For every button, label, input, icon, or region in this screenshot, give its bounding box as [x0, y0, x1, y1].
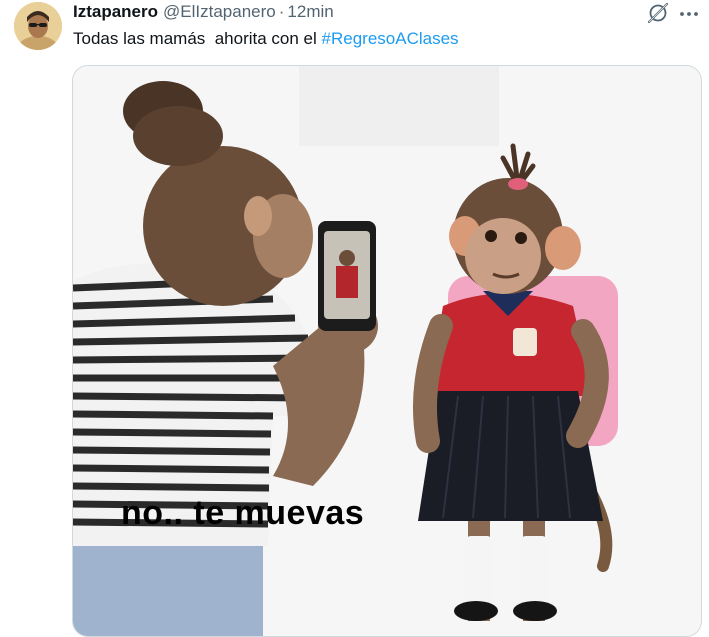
meme-illustration [73, 66, 701, 636]
user-avatar-icon [14, 2, 62, 50]
tweet[interactable]: Iztapanero @ElIztapanero · 12min Todas l… [0, 0, 709, 637]
tweet-text-body: Todas las mamás ahorita con el [73, 29, 322, 48]
avatar[interactable] [14, 2, 62, 50]
grok-icon[interactable] [646, 1, 670, 25]
meme-caption: no.. te muevas [121, 494, 365, 532]
hashtag-link[interactable]: #RegresoAClases [322, 29, 459, 48]
timestamp[interactable]: 12min [287, 2, 333, 22]
user-handle[interactable]: @ElIztapanero [163, 2, 276, 22]
tweet-text: Todas las mamás ahorita con el #RegresoA… [73, 28, 459, 50]
display-name[interactable]: Iztapanero [73, 2, 158, 22]
tweet-media-image[interactable]: no.. te muevas [72, 65, 702, 637]
more-icon[interactable] [678, 4, 700, 24]
separator-dot: · [278, 2, 285, 21]
tweet-header: Iztapanero @ElIztapanero · 12min [73, 1, 334, 23]
